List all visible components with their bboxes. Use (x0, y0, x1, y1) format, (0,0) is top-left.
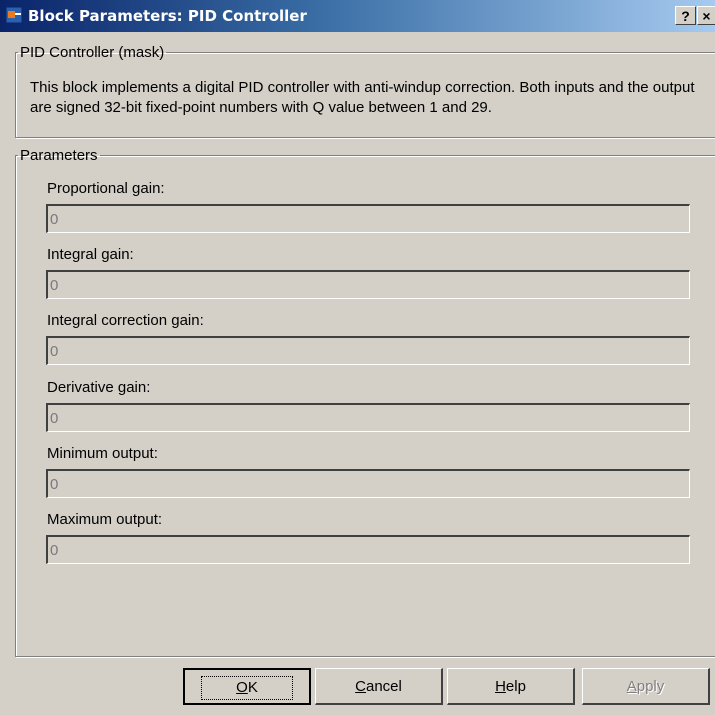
help-icon[interactable]: ? (675, 6, 696, 25)
cancel-button[interactable]: Cancel (315, 668, 443, 705)
ok-label-rest: K (247, 679, 258, 696)
help-button[interactable]: Help (447, 668, 575, 705)
window-title: Block Parameters: PID Controller (28, 7, 307, 25)
proportional-gain-input[interactable] (46, 204, 690, 233)
maximum-output-label: Maximum output: (47, 511, 163, 528)
parameters-group-legend: Parameters (20, 147, 98, 164)
apply-label-rest: pply (636, 678, 665, 695)
cancel-mnemonic: C (355, 678, 366, 695)
apply-button[interactable]: Apply (582, 668, 710, 705)
ok-mnemonic: O (236, 679, 248, 696)
help-mnemonic: H (495, 678, 506, 695)
title-bar[interactable]: Block Parameters: PID Controller ? × (0, 0, 715, 32)
close-icon[interactable]: × (697, 6, 715, 25)
mask-group-legend: PID Controller (mask) (20, 44, 165, 61)
simulink-block-icon (5, 6, 23, 24)
integral-gain-input[interactable] (46, 270, 690, 299)
mask-description: This block implements a digital PID cont… (30, 79, 695, 116)
ok-button[interactable]: OK (183, 668, 311, 705)
apply-mnemonic: A (626, 678, 637, 695)
derivative-gain-input[interactable] (46, 403, 690, 432)
integral-gain-label: Integral gain: (47, 246, 134, 263)
maximum-output-input[interactable] (46, 535, 690, 564)
minimum-output-input[interactable] (46, 469, 690, 498)
cancel-label-rest: ancel (365, 678, 402, 695)
derivative-gain-label: Derivative gain: (47, 379, 151, 396)
integral-correction-gain-label: Integral correction gain: (47, 312, 204, 329)
integral-correction-gain-input[interactable] (46, 336, 690, 365)
minimum-output-label: Minimum output: (47, 445, 158, 462)
help-label-rest: elp (505, 678, 526, 695)
proportional-gain-label: Proportional gain: (47, 180, 165, 197)
